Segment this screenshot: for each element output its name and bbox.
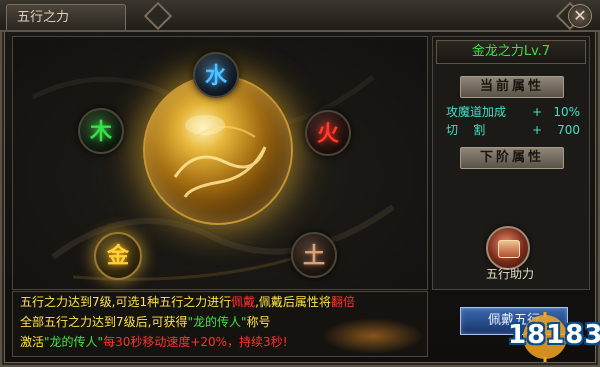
ornament-icon (143, 1, 173, 31)
desc-text: 五行之力达到7级,可选1种五行之力进行 (20, 295, 232, 309)
attribute-name: 切 割 (446, 123, 486, 137)
attribute-plus: + (532, 123, 543, 137)
treasure-chest-icon (498, 240, 520, 258)
level-title: 金龙之力Lv.7 (436, 40, 586, 64)
desc-text: ,佩戴后属性将 (255, 295, 331, 309)
attribute-row: 切 割 + 700 (436, 122, 586, 138)
description-line: 全部五行之力达到7级后,可获得"龙的传人"称号 (20, 314, 271, 330)
desc-highlight: "龙的传人" (187, 315, 247, 329)
title-bar: 五行之力 (0, 0, 600, 32)
metal-element-button[interactable]: 金 (94, 232, 142, 280)
desc-highlight: "龙的传人" (44, 335, 104, 349)
attribute-row: 攻魔道加成 + 10% (436, 104, 586, 120)
golden-dragon-icon (173, 115, 267, 198)
next-attributes-header: 下阶属性 (460, 147, 564, 169)
attribute-value: 700 (557, 123, 580, 137)
desc-text: 称号 (246, 315, 271, 329)
desc-highlight: 佩戴 (231, 295, 256, 309)
desc-text: 全部五行之力达到7级后,可获得 (20, 315, 188, 329)
attribute-plus: + (532, 105, 543, 119)
earth-element-button[interactable]: 土 (291, 232, 337, 278)
attribute-value: 10% (553, 105, 580, 119)
close-button[interactable]: ✕ (568, 4, 592, 28)
assist-label: 五行助力 (485, 267, 534, 281)
description-line: 五行之力达到7级,可选1种五行之力进行佩戴,佩戴后属性将翻倍 (20, 294, 355, 310)
watermark-logo: 18183 (508, 320, 600, 350)
water-element-button[interactable]: 水 (193, 52, 239, 98)
attribute-name: 攻魔道加成 (446, 105, 507, 119)
desc-highlight: 翻倍 (330, 295, 355, 309)
flame-emblem-decoration (322, 318, 424, 354)
five-elements-assist-button[interactable] (486, 226, 530, 270)
fire-element-button[interactable]: 火 (305, 110, 351, 156)
wood-element-button[interactable]: 木 (78, 108, 124, 154)
desc-text: 激活 (20, 335, 45, 349)
description-line: 激活"龙的传人"每30秒移动速度+20%，持续3秒! (20, 334, 288, 350)
current-attributes-header: 当前属性 (460, 76, 564, 98)
desc-highlight: 每30秒移动速度+20%，持续3秒! (103, 335, 288, 349)
window-title: 五行之力 (6, 4, 126, 30)
